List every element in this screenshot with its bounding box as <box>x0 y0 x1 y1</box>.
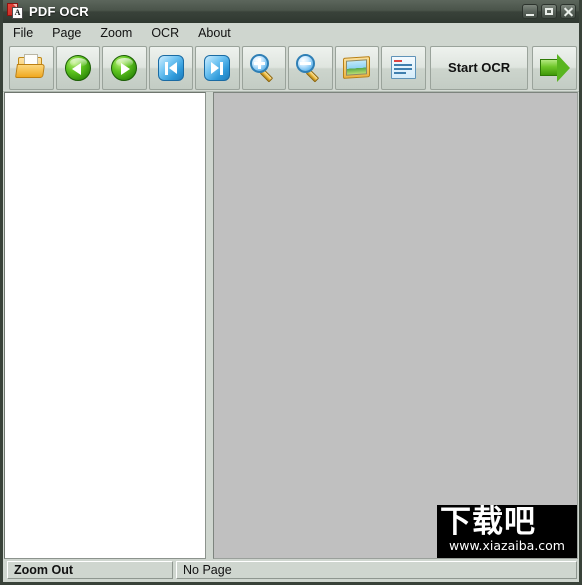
pane-splitter[interactable] <box>206 92 213 560</box>
menu-item-file[interactable]: File <box>12 25 42 42</box>
open-folder-icon <box>15 53 47 83</box>
start-ocr-button[interactable]: Start OCR <box>429 45 529 90</box>
next-page-button[interactable] <box>102 45 147 90</box>
text-view-button[interactable] <box>381 45 426 90</box>
watermark: 下载吧 www.xiazaiba.com <box>437 505 577 558</box>
export-button[interactable] <box>532 45 577 90</box>
menu-item-zoom[interactable]: Zoom <box>99 25 141 42</box>
blue-last-page-icon <box>201 53 233 83</box>
first-page-button[interactable] <box>148 45 194 90</box>
start-ocr-label: Start OCR <box>448 60 511 75</box>
blue-first-page-icon <box>155 53 187 83</box>
zoom-in-button[interactable] <box>241 45 287 90</box>
pdf-ocr-icon: A <box>7 3 24 20</box>
menu-item-about[interactable]: About <box>197 25 240 42</box>
title-bar: A PDF OCR <box>3 0 579 23</box>
menu-bar: File Page Zoom OCR About <box>3 23 579 43</box>
content-area: 下载吧 www.xiazaiba.com <box>3 92 579 560</box>
toolbar: Start OCR <box>3 43 579 92</box>
picture-icon <box>341 53 373 83</box>
application-window: A PDF OCR File Page Zoom OCR About Start… <box>0 0 582 585</box>
last-page-button[interactable] <box>195 45 240 90</box>
magnifier-minus-icon <box>294 53 326 83</box>
green-big-arrow-icon <box>539 53 571 83</box>
pdf-icon-letter: A <box>12 7 23 19</box>
image-view-button[interactable] <box>334 45 380 90</box>
previous-page-button[interactable] <box>55 45 101 90</box>
menu-item-page[interactable]: Page <box>51 25 90 42</box>
close-button[interactable] <box>560 4 576 19</box>
magnifier-plus-icon <box>248 53 280 83</box>
watermark-chinese-text: 下载吧 <box>440 505 536 540</box>
text-output-pane[interactable] <box>4 92 206 559</box>
pdf-preview-pane[interactable]: 下载吧 www.xiazaiba.com <box>213 92 578 559</box>
watermark-url: www.xiazaiba.com <box>449 538 565 553</box>
zoom-out-button[interactable] <box>288 45 333 90</box>
minimize-button[interactable] <box>522 4 538 19</box>
window-title: PDF OCR <box>29 4 89 19</box>
status-bar: Zoom Out No Page <box>3 560 579 582</box>
menu-item-ocr[interactable]: OCR <box>150 25 188 42</box>
status-page-panel: No Page <box>176 561 577 579</box>
status-zoom-panel: Zoom Out <box>7 561 173 579</box>
maximize-button[interactable] <box>541 4 557 19</box>
document-report-icon <box>388 53 420 83</box>
green-left-arrow-icon <box>62 53 94 83</box>
green-right-arrow-icon <box>108 53 140 83</box>
open-file-button[interactable] <box>9 45 54 90</box>
window-controls <box>522 4 576 19</box>
